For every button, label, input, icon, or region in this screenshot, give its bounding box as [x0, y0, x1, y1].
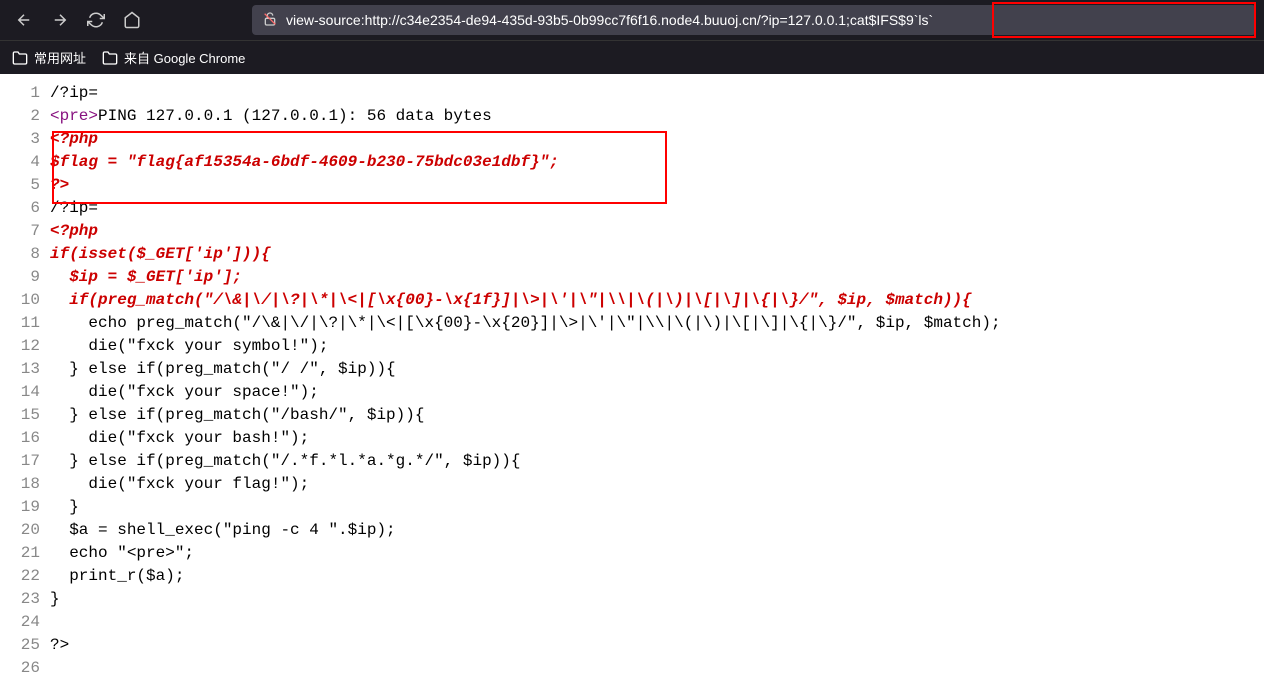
line-content: } [50, 588, 60, 611]
reload-button[interactable] [80, 4, 112, 36]
line-number: 3 [0, 128, 50, 151]
line-content: echo preg_match("/\&|\/|\?|\*|\<|[\x{00}… [50, 312, 1001, 335]
forward-button[interactable] [44, 4, 76, 36]
source-line: 7<?php [0, 220, 1264, 243]
source-line: 18 die("fxck your flag!"); [0, 473, 1264, 496]
line-content: die("fxck your symbol!"); [50, 335, 328, 358]
home-button[interactable] [116, 4, 148, 36]
line-number: 4 [0, 151, 50, 174]
url-text: view-source:http://c34e2354-de94-435d-93… [286, 12, 933, 28]
source-line: 3<?php [0, 128, 1264, 151]
line-number: 16 [0, 427, 50, 450]
line-number: 9 [0, 266, 50, 289]
line-number: 17 [0, 450, 50, 473]
line-number: 15 [0, 404, 50, 427]
source-line: 26 [0, 657, 1264, 680]
bookmark-label: 来自 Google Chrome [124, 48, 245, 67]
bookmarks-bar: 常用网址 来自 Google Chrome [0, 40, 1264, 74]
line-number: 26 [0, 657, 50, 680]
source-line: 15 } else if(preg_match("/bash/", $ip)){ [0, 404, 1264, 427]
line-number: 25 [0, 634, 50, 657]
line-number: 6 [0, 197, 50, 220]
source-line: 6/?ip= [0, 197, 1264, 220]
source-line: 11 echo preg_match("/\&|\/|\?|\*|\<|[\x{… [0, 312, 1264, 335]
source-line: 21 echo "<pre>"; [0, 542, 1264, 565]
bookmark-common-sites[interactable]: 常用网址 [12, 48, 86, 67]
line-text: PING 127.0.0.1 (127.0.0.1): 56 data byte… [98, 107, 492, 125]
address-bar[interactable]: view-source:http://c34e2354-de94-435d-93… [252, 5, 1256, 35]
url-highlight-annotation [992, 2, 1256, 38]
line-number: 10 [0, 289, 50, 312]
line-number: 19 [0, 496, 50, 519]
source-line: 12 die("fxck your symbol!"); [0, 335, 1264, 358]
source-line: 25?> [0, 634, 1264, 657]
line-number: 18 [0, 473, 50, 496]
source-line: 8if(isset($_GET['ip'])){ [0, 243, 1264, 266]
line-content: die("fxck your space!"); [50, 381, 319, 404]
line-content: print_r($a); [50, 565, 184, 588]
line-content: ?> [50, 634, 69, 657]
line-number: 14 [0, 381, 50, 404]
arrow-left-icon [15, 11, 33, 29]
source-line: 17 } else if(preg_match("/.*f.*l.*a.*g.*… [0, 450, 1264, 473]
line-content: echo "<pre>"; [50, 542, 194, 565]
home-icon [123, 11, 141, 29]
source-line: 16 die("fxck your bash!"); [0, 427, 1264, 450]
line-content: } else if(preg_match("/bash/", $ip)){ [50, 404, 424, 427]
line-content: <?php [50, 128, 98, 151]
source-line: 24 [0, 611, 1264, 634]
line-content: /?ip= [50, 82, 98, 105]
line-content: <?php [50, 220, 98, 243]
source-line: 22 print_r($a); [0, 565, 1264, 588]
line-number: 24 [0, 611, 50, 634]
arrow-right-icon [51, 11, 69, 29]
pre-tag: <pre> [50, 107, 98, 125]
line-content: } [50, 496, 79, 519]
browser-toolbar: view-source:http://c34e2354-de94-435d-93… [0, 0, 1264, 40]
line-number: 22 [0, 565, 50, 588]
source-view: 1/?ip=2<pre>PING 127.0.0.1 (127.0.0.1): … [0, 74, 1264, 680]
folder-icon [102, 50, 118, 66]
source-line: 20 $a = shell_exec("ping -c 4 ".$ip); [0, 519, 1264, 542]
line-content: /?ip= [50, 197, 98, 220]
line-content: } else if(preg_match("/.*f.*l.*a.*g.*/",… [50, 450, 520, 473]
back-button[interactable] [8, 4, 40, 36]
reload-icon [87, 11, 105, 29]
source-line: 9 $ip = $_GET['ip']; [0, 266, 1264, 289]
line-number: 7 [0, 220, 50, 243]
source-line: 14 die("fxck your space!"); [0, 381, 1264, 404]
source-line: 1/?ip= [0, 82, 1264, 105]
source-line: 23} [0, 588, 1264, 611]
line-content: $flag = "flag{af15354a-6bdf-4609-b230-75… [50, 151, 559, 174]
line-content: ?> [50, 174, 69, 197]
line-number: 1 [0, 82, 50, 105]
source-line: 5?> [0, 174, 1264, 197]
line-content: } else if(preg_match("/ /", $ip)){ [50, 358, 396, 381]
line-number: 11 [0, 312, 50, 335]
bookmark-from-chrome[interactable]: 来自 Google Chrome [102, 48, 245, 67]
source-line: 2<pre>PING 127.0.0.1 (127.0.0.1): 56 dat… [0, 105, 1264, 128]
line-content: <pre>PING 127.0.0.1 (127.0.0.1): 56 data… [50, 105, 492, 128]
source-line: 10 if(preg_match("/\&|\/|\?|\*|\<|[\x{00… [0, 289, 1264, 312]
source-line: 4$flag = "flag{af15354a-6bdf-4609-b230-7… [0, 151, 1264, 174]
line-number: 20 [0, 519, 50, 542]
line-content: if(preg_match("/\&|\/|\?|\*|\<|[\x{00}-\… [50, 289, 972, 312]
line-content: $a = shell_exec("ping -c 4 ".$ip); [50, 519, 396, 542]
lock-insecure-icon [262, 11, 278, 30]
line-number: 5 [0, 174, 50, 197]
line-content: $ip = $_GET['ip']; [50, 266, 242, 289]
source-line: 13 } else if(preg_match("/ /", $ip)){ [0, 358, 1264, 381]
source-line: 19 } [0, 496, 1264, 519]
line-content: die("fxck your bash!"); [50, 427, 309, 450]
folder-icon [12, 50, 28, 66]
line-number: 23 [0, 588, 50, 611]
line-number: 2 [0, 105, 50, 128]
line-content: if(isset($_GET['ip'])){ [50, 243, 271, 266]
line-number: 12 [0, 335, 50, 358]
line-number: 13 [0, 358, 50, 381]
line-number: 8 [0, 243, 50, 266]
line-content: die("fxck your flag!"); [50, 473, 309, 496]
line-number: 21 [0, 542, 50, 565]
bookmark-label: 常用网址 [34, 48, 86, 67]
